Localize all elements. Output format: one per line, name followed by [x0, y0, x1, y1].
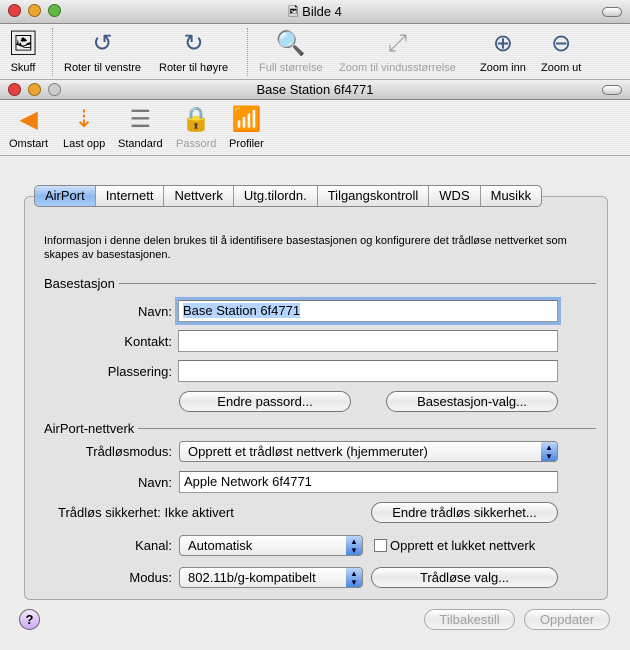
- tab-bar: AirPort Internett Nettverk Utg.tilordn. …: [34, 185, 543, 207]
- channel-label: Kanal:: [135, 538, 172, 553]
- contact-label: Kontakt:: [124, 334, 172, 349]
- network-name-label: Navn:: [138, 475, 172, 490]
- closed-network-checkbox[interactable]: Opprett et lukket nettverk: [374, 538, 535, 553]
- upload-button[interactable]: ⇣ Last opp: [63, 106, 105, 150]
- zoom-in-button[interactable]: ⊕ Zoom inn: [480, 30, 526, 74]
- help-button[interactable]: ?: [19, 609, 40, 630]
- minimize-button[interactable]: [28, 83, 41, 96]
- tab-music[interactable]: Musikk: [481, 186, 541, 206]
- zoom-to-fit-button[interactable]: ⤢ Zoom til vindusstørrelse: [339, 30, 456, 74]
- utility-titlebar: Base Station 6f4771: [0, 80, 630, 100]
- tab-port-mapping[interactable]: Utg.tilordn.: [234, 186, 318, 206]
- checkbox[interactable]: [374, 539, 387, 552]
- zoom-to-fit-icon: ⤢: [387, 30, 407, 57]
- update-button[interactable]: Oppdater: [524, 609, 610, 630]
- toolbar-toggle-button[interactable]: [602, 85, 622, 95]
- contact-input[interactable]: [178, 330, 558, 352]
- wireless-security-label: Trådløs sikkerhet: Ikke aktivert: [58, 505, 234, 520]
- chevron-updown-icon: ▲ ▼: [346, 536, 362, 555]
- revert-button[interactable]: Tilbakestill: [424, 609, 515, 630]
- document-icon: 🖻: [288, 4, 303, 19]
- restart-button[interactable]: ◀ Omstart: [9, 106, 48, 150]
- profiles-button[interactable]: 📶 Profiler: [229, 106, 264, 150]
- radio-mode-label: Modus:: [129, 570, 172, 585]
- viewer-titlebar: 🖻 Bilde 4: [0, 0, 630, 24]
- utility-toolbar: ◀ Omstart ⇣ Last opp ☰ Standard 🔒 Passord 📶 P…: [0, 100, 630, 156]
- actual-size-icon: 🔍: [275, 30, 306, 57]
- location-label: Plassering:: [107, 364, 172, 379]
- toolbar-toggle-button[interactable]: [602, 7, 622, 17]
- restart-icon: ◀: [19, 106, 38, 133]
- rotate-left-button[interactable]: ↺ Roter til venstre: [64, 30, 141, 74]
- drawer-button[interactable]: 🖼 Skuff: [8, 30, 38, 74]
- minimize-button[interactable]: [28, 4, 41, 17]
- tab-network[interactable]: Nettverk: [164, 186, 234, 206]
- tab-airport[interactable]: AirPort: [35, 186, 96, 206]
- default-icon: ☰: [129, 106, 152, 133]
- actual-size-button[interactable]: 🔍 Full størrelse: [259, 30, 323, 74]
- tab-internet[interactable]: Internett: [96, 186, 165, 206]
- zoom-button[interactable]: [48, 4, 61, 17]
- wireless-mode-select[interactable]: Opprett et trådløst nettverk (hjemmerute…: [179, 441, 558, 462]
- description: Informasjon i denne delen brukes til å i…: [44, 235, 567, 261]
- tab-access-control[interactable]: Tilgangskontroll: [318, 186, 430, 206]
- base-section-header: Basestasjon: [44, 276, 596, 291]
- zoom-in-icon: ⊕: [492, 30, 513, 57]
- lock-icon: 🔒: [181, 106, 212, 133]
- window-title: Base Station 6f4771: [256, 82, 374, 97]
- rotate-right-button[interactable]: ↻ Roter til høyre: [159, 30, 228, 74]
- photo-drawer-icon: 🖼: [8, 30, 39, 57]
- wireless-options-button[interactable]: Trådløse valg...: [371, 567, 558, 588]
- name-label: Navn:: [138, 304, 172, 319]
- chevron-updown-icon: ▲ ▼: [346, 568, 362, 587]
- network-name-input[interactable]: Apple Network 6f4771: [179, 471, 558, 493]
- wireless-mode-label: Trådløsmodus:: [85, 444, 172, 459]
- upload-icon: ⇣: [74, 106, 95, 133]
- change-password-button[interactable]: Endre passord...: [179, 391, 351, 412]
- profiles-icon: 📶: [231, 106, 262, 133]
- change-wireless-security-button[interactable]: Endre trådløs sikkerhet...: [371, 502, 558, 523]
- rotate-left-icon: ↺: [92, 30, 113, 57]
- base-station-options-button[interactable]: Basestasjon-valg...: [386, 391, 558, 412]
- close-button[interactable]: [8, 4, 21, 17]
- default-button[interactable]: ☰ Standard: [118, 106, 163, 150]
- tab-wds[interactable]: WDS: [429, 186, 481, 206]
- base-name-input[interactable]: Base Station 6f4771: [178, 300, 558, 322]
- password-button[interactable]: 🔒 Passord: [176, 106, 216, 150]
- zoom-out-icon: ⊖: [551, 30, 572, 57]
- channel-select[interactable]: Automatisk ▲ ▼: [179, 535, 363, 556]
- wireless-security-value: Ikke aktivert: [164, 505, 234, 520]
- location-input[interactable]: [178, 360, 558, 382]
- airport-network-section-header: AirPort-nettverk: [44, 421, 596, 436]
- zoom-button[interactable]: [48, 83, 61, 96]
- zoom-out-button[interactable]: ⊖ Zoom ut: [541, 30, 581, 74]
- window-title: Bilde 4: [302, 4, 342, 19]
- close-button[interactable]: [8, 83, 21, 96]
- viewer-toolbar: 🖼 Skuff ↺ Roter til venstre ↻ Roter til høy…: [0, 24, 630, 80]
- radio-mode-select[interactable]: 802.11b/g-kompatibelt ▲ ▼: [179, 567, 363, 588]
- chevron-updown-icon: ▲ ▼: [541, 442, 557, 461]
- rotate-right-icon: ↻: [183, 30, 204, 57]
